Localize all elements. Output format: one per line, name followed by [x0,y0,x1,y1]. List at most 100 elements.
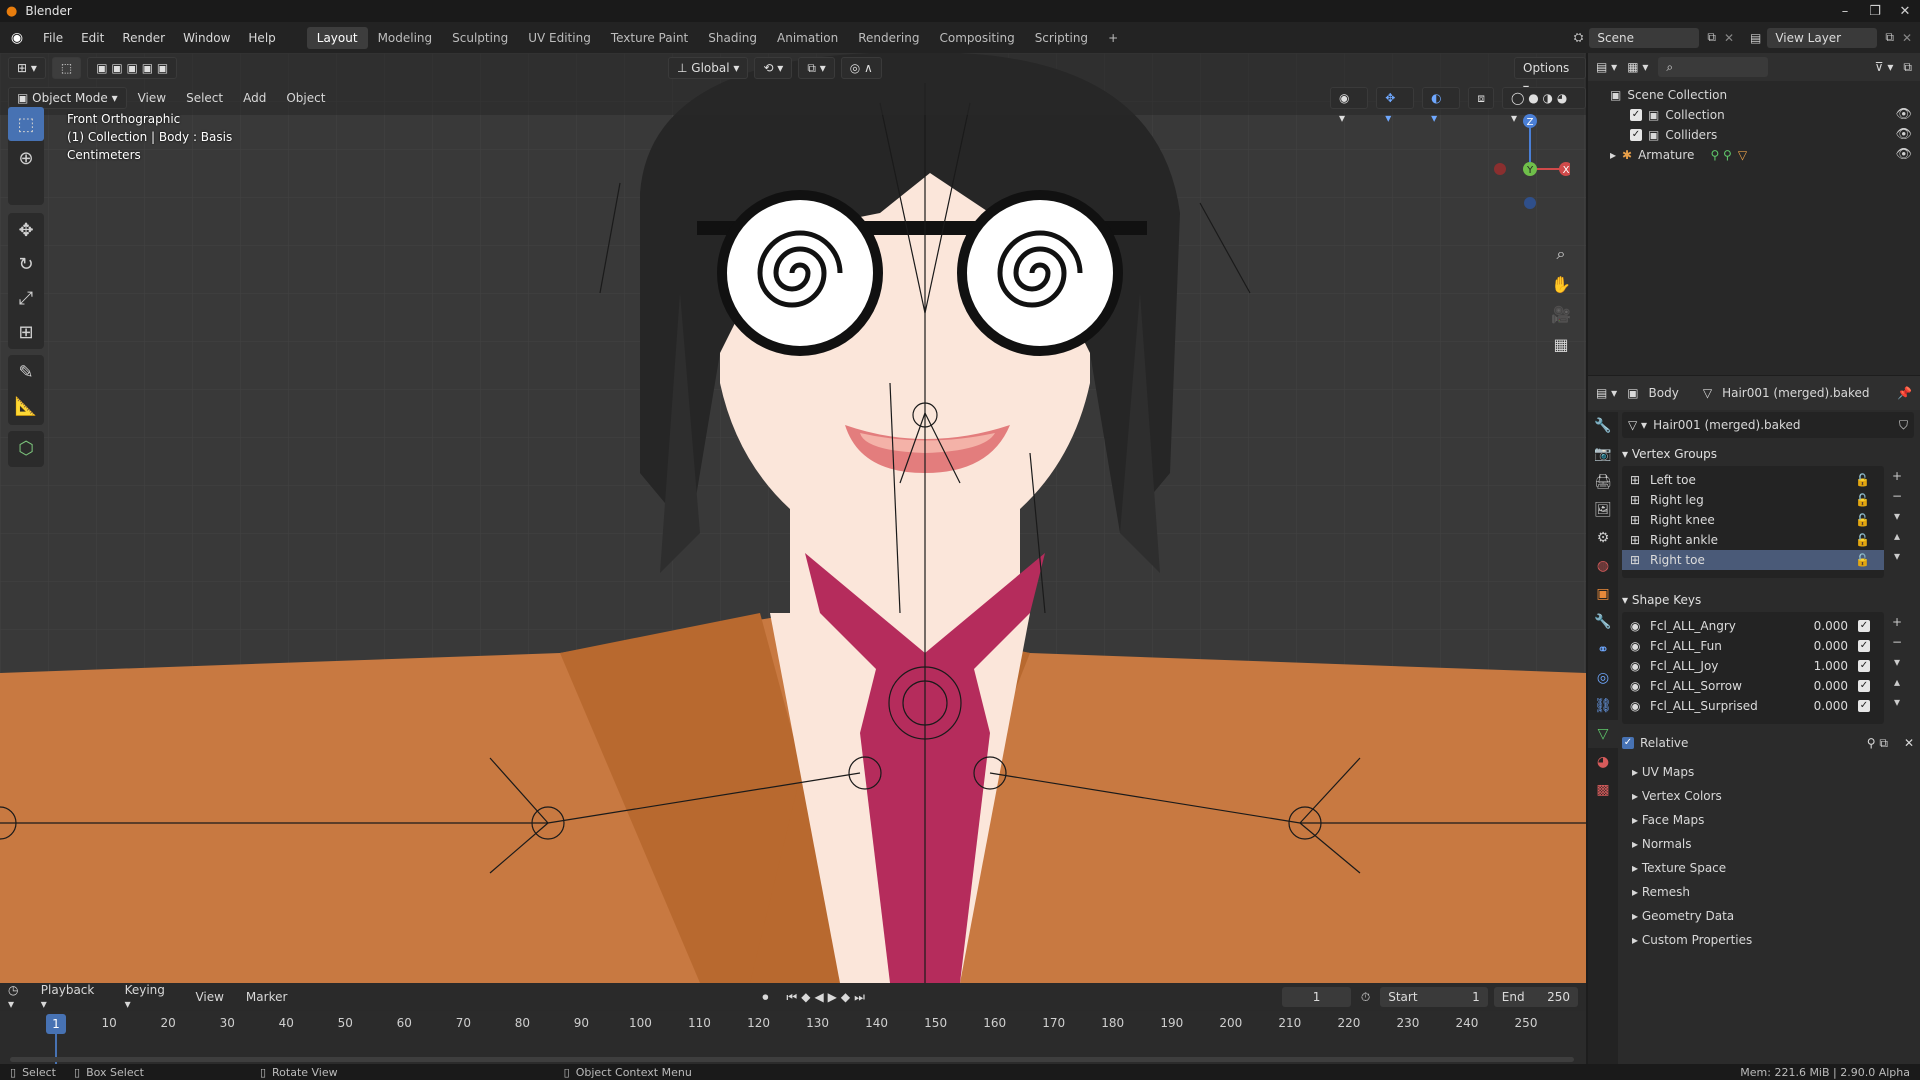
properties-editor-type-icon[interactable]: ▤ ▾ [1596,386,1617,400]
shape-key-edit-mode-icon[interactable]: ⚲ ⧉ [1867,736,1888,751]
menu-render[interactable]: Render [113,31,174,45]
list-item[interactable]: ◉ Fcl_ALL_Fun 0.000 ✓ [1622,636,1884,656]
panel-texture-space[interactable]: ▸ Texture Space [1622,856,1914,880]
shape-key-checkbox[interactable]: ✓ [1858,660,1870,672]
frame-ruler[interactable]: 1 10 20 30 40 50 60 70 80 90 100 110 120 130 140 150 16… [0,1011,1586,1064]
eye-icon[interactable]: 👁 [1895,125,1912,145]
transform-orientation-dropdown[interactable]: ⊥ Global ▾ [668,57,749,79]
tab-rendering[interactable]: Rendering [848,27,929,49]
expand-arrow-icon[interactable]: ▸ [1610,145,1616,165]
timeline-menu-view[interactable]: View [186,990,232,1004]
scene-field[interactable]: Scene [1589,27,1700,48]
timeline-scrollbar[interactable] [10,1057,1574,1062]
filter-icon[interactable]: ⊽ ▾ [1875,60,1894,74]
shape-key-checkbox[interactable]: ✓ [1858,680,1870,692]
pin-icon[interactable]: 📌 [1897,386,1912,400]
tab-layout[interactable]: Layout [306,26,368,49]
shape-key-checkbox[interactable]: ✓ [1858,640,1870,652]
outliner-item-collection[interactable]: ✓ ▣ Collection 👁 [1596,105,1912,125]
end-frame-field[interactable]: End 250 [1493,987,1578,1007]
shape-key-value[interactable]: 0.000 [1814,696,1848,716]
list-item[interactable]: ◉ Fcl_ALL_Sorrow 0.000 ✓ [1622,676,1884,696]
select-mode-icon[interactable]: ⬚ [51,57,82,79]
view-layer-field[interactable]: View Layer [1767,27,1878,48]
list-item[interactable]: ◉ Fcl_ALL_Joy 1.000 ✓ [1622,656,1884,676]
list-item[interactable]: ⊞ Right ankle 🔓 [1622,530,1884,550]
fake-user-shield-icon[interactable]: ⛉ [1899,418,1908,433]
list-item[interactable]: ◉ Fcl_ALL_Angry 0.000 ✓ [1622,616,1884,636]
constraints-tab-icon[interactable]: ⛓ [1588,692,1618,720]
menu-file[interactable]: File [34,31,72,45]
particles-tab-icon[interactable]: ⚭ [1588,636,1618,664]
play-reverse-icon[interactable]: ◀ [814,990,823,1004]
physics-tab-icon[interactable]: ◎ [1588,664,1618,692]
remove-view-layer-icon[interactable]: ✕ [1902,31,1912,45]
lock-icon[interactable]: 🔓 [1855,550,1870,570]
rotate-tool-icon[interactable]: ↻ [8,247,44,281]
cursor-tool-icon[interactable]: ⊕ [8,141,44,175]
tab-uv-editing[interactable]: UV Editing [518,27,601,49]
add-shape-key-button[interactable]: + [1884,612,1910,632]
data-tab-icon[interactable]: ▽ [1588,720,1618,748]
add-workspace-icon[interactable]: + [1098,27,1128,49]
close-button[interactable]: ✕ [1890,4,1920,19]
shape-key-checkbox[interactable]: ✓ [1858,620,1870,632]
eye-icon[interactable]: 👁 [1895,145,1912,165]
shape-key-menu-button[interactable]: ▾ [1884,652,1910,672]
tab-texture-paint[interactable]: Texture Paint [601,27,698,49]
panel-vertex-colors[interactable]: ▸ Vertex Colors [1622,784,1914,808]
list-item-selected[interactable]: ⊞ Right toe 🔓 [1622,550,1884,570]
list-item[interactable]: ⊞ Right leg 🔓 [1622,490,1884,510]
current-frame-field[interactable]: 1 [1282,987,1351,1007]
relative-checkbox[interactable]: ✓ [1622,737,1634,749]
camera-icon[interactable]: 🎥 [1546,299,1576,329]
select-box-modes-icon[interactable]: ▣ ▣ ▣ ▣ ▣ [87,57,178,79]
play-icon[interactable]: ▶ [828,990,837,1004]
lock-icon[interactable]: 🔓 [1855,530,1870,550]
blender-menu-icon[interactable]: ◉ [0,30,34,46]
select-box-tool-icon[interactable]: ⬚ [8,107,44,141]
panel-normals[interactable]: ▸ Normals [1622,832,1914,856]
timeline-menu-playback[interactable]: Playback ▾ [32,983,112,1011]
object-tab-icon[interactable]: ▣ [1588,580,1618,608]
snap-icon[interactable]: ⧉ ▾ [798,57,835,79]
remove-shape-key-button[interactable]: − [1884,632,1910,652]
tab-shading[interactable]: Shading [698,27,767,49]
vertex-group-menu-button[interactable]: ▾ [1884,506,1910,526]
panel-remesh[interactable]: ▸ Remesh [1622,880,1914,904]
tab-modeling[interactable]: Modeling [368,27,443,49]
viewport-menu-select[interactable]: Select [177,91,232,105]
timeline-editor-type-icon[interactable]: ◷ ▾ [8,983,28,1011]
move-down-button[interactable]: ▾ [1884,546,1910,566]
display-mode-icon[interactable]: ▦ ▾ [1627,60,1648,74]
view-layer-icon[interactable]: ▤ [1750,31,1761,45]
move-up-button[interactable]: ▴ [1884,672,1910,692]
list-item[interactable]: ⊞ Right knee 🔓 [1622,510,1884,530]
timeline-menu-marker[interactable]: Marker [237,990,296,1004]
clear-shape-keys-icon[interactable]: ✕ [1904,736,1914,750]
scene-icon[interactable]: ⛭ [1574,30,1584,45]
jump-end-icon[interactable]: ⏭ [854,990,865,1005]
annotate-tool-icon[interactable]: ✎ [8,355,44,389]
gizmo-icon[interactable]: ✥ ▾ [1376,87,1415,125]
pivot-point-icon[interactable]: ⟲ ▾ [754,57,793,79]
panel-geometry-data[interactable]: ▸ Geometry Data [1622,904,1914,928]
timeline-menu-keying[interactable]: Keying ▾ [116,983,183,1011]
tool-tab-icon[interactable]: 🔧 [1588,412,1618,440]
panel-custom-properties[interactable]: ▸ Custom Properties [1622,928,1914,952]
outliner-search-input[interactable]: ⌕ [1658,57,1769,77]
menu-edit[interactable]: Edit [72,31,113,45]
texture-tab-icon[interactable]: ▩ [1588,776,1618,804]
maximize-button[interactable]: ❐ [1860,4,1890,19]
move-down-button[interactable]: ▾ [1884,692,1910,712]
overlay-icon[interactable]: ◐ ▾ [1422,87,1461,125]
shape-key-value[interactable]: 0.000 [1814,636,1848,656]
panel-uv-maps[interactable]: ▸ UV Maps [1622,760,1914,784]
shape-key-value[interactable]: 0.000 [1814,616,1848,636]
outliner-root[interactable]: ▣ Scene Collection [1596,85,1912,105]
world-tab-icon[interactable]: ◍ [1588,552,1618,580]
shape-keys-header[interactable]: ▾ Shape Keys [1622,588,1914,612]
lock-icon[interactable]: 🔓 [1855,510,1870,530]
scale-tool-icon[interactable]: ⤢ [8,281,44,315]
viewport-menu-view[interactable]: View [129,91,175,105]
